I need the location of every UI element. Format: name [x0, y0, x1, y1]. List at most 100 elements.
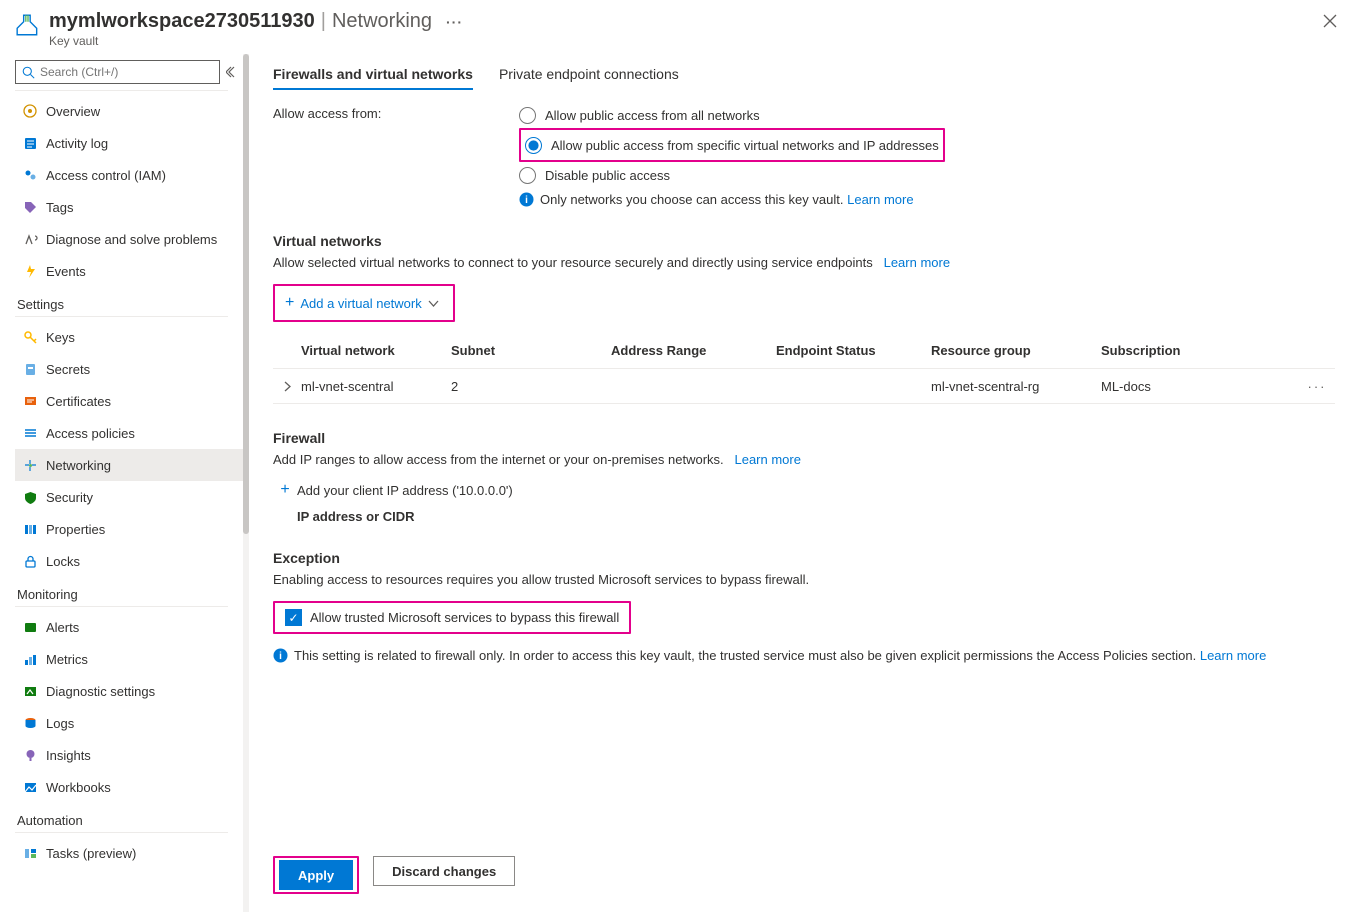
scroll-thumb[interactable]	[243, 54, 249, 534]
sidebar-item-activity-log[interactable]: Activity log	[15, 127, 243, 159]
exception-learn-more-link[interactable]: Learn more	[1200, 648, 1266, 663]
firewall-heading: Firewall	[273, 430, 1335, 446]
sidebar-item-networking[interactable]: Networking	[15, 449, 243, 481]
sidebar-label: Diagnostic settings	[46, 684, 155, 699]
vnet-learn-more-link[interactable]: Learn more	[884, 255, 950, 270]
col-vnet: Virtual network	[301, 343, 451, 358]
col-endpoint-status: Endpoint Status	[776, 343, 931, 358]
sidebar-item-locks[interactable]: Locks	[15, 545, 243, 577]
sidebar-group-automation: Automation	[17, 813, 243, 828]
sidebar-item-alerts[interactable]: Alerts	[15, 611, 243, 643]
sidebar-item-iam[interactable]: Access control (IAM)	[15, 159, 243, 191]
plus-icon: +	[273, 481, 297, 499]
log-icon	[21, 136, 39, 151]
sidebar-label: Insights	[46, 748, 91, 763]
sidebar-item-keys[interactable]: Keys	[15, 321, 243, 353]
sidebar-label: Workbooks	[46, 780, 111, 795]
bypass-firewall-checkbox[interactable]: ✓ Allow trusted Microsoft services to by…	[279, 605, 625, 630]
sidebar-item-access-policies[interactable]: Access policies	[15, 417, 243, 449]
radio-specific-networks[interactable]: Allow public access from specific virtua…	[525, 132, 939, 158]
sidebar-label: Logs	[46, 716, 74, 731]
table-row[interactable]: ml-vnet-scentral 2 ml-vnet-scentral-rg M…	[273, 368, 1335, 404]
row-more-icon[interactable]: ···	[1299, 379, 1335, 394]
sidebar-item-insights[interactable]: Insights	[15, 739, 243, 771]
plus-icon: +	[285, 294, 294, 312]
sidebar-label: Tags	[46, 200, 73, 215]
sidebar-label: Access control (IAM)	[46, 168, 166, 183]
title-divider: |	[321, 10, 326, 33]
access-learn-more-link[interactable]: Learn more	[847, 192, 913, 207]
radio-disable-access[interactable]: Disable public access	[519, 162, 1335, 188]
key-icon	[21, 330, 39, 345]
sidebar-label: Locks	[46, 554, 80, 569]
footer: Apply Discard changes	[243, 844, 1355, 912]
cell-subscription: ML-docs	[1101, 379, 1299, 394]
insights-icon	[21, 748, 39, 763]
info-icon: i	[273, 648, 288, 663]
access-info: i Only networks you choose can access th…	[519, 192, 1335, 207]
sidebar-item-diag-settings[interactable]: Diagnostic settings	[15, 675, 243, 707]
radio-label: Disable public access	[545, 168, 670, 183]
sidebar-item-security[interactable]: Security	[15, 481, 243, 513]
diag-icon	[21, 684, 39, 699]
sidebar-item-workbooks[interactable]: Workbooks	[15, 771, 243, 803]
add-client-ip-label: Add your client IP address ('10.0.0.0')	[297, 483, 513, 498]
sidebar-item-tags[interactable]: Tags	[15, 191, 243, 223]
radio-disable-input[interactable]	[519, 167, 536, 184]
sidebar-item-events[interactable]: Events	[15, 255, 243, 287]
collapse-sidebar-icon[interactable]	[226, 66, 238, 78]
sidebar-label: Access policies	[46, 426, 135, 441]
sidebar: Overview Activity log Access control (IA…	[0, 54, 243, 912]
table-header: Virtual network Subnet Address Range End…	[273, 332, 1335, 368]
policies-icon	[21, 426, 39, 441]
sidebar-group-monitoring: Monitoring	[17, 587, 243, 602]
radio-label: Allow public access from all networks	[545, 108, 760, 123]
blade-header: mymlworkspace2730511930 | Networking ···…	[0, 0, 1355, 54]
sidebar-item-properties[interactable]: Properties	[15, 513, 243, 545]
chevron-down-icon	[428, 298, 439, 309]
apply-button[interactable]: Apply	[279, 860, 353, 890]
col-subnet: Subnet	[451, 343, 611, 358]
radio-specific-input[interactable]	[525, 137, 542, 154]
sidebar-item-secrets[interactable]: Secrets	[15, 353, 243, 385]
close-icon[interactable]	[1323, 14, 1337, 28]
exception-desc: Enabling access to resources requires yo…	[273, 572, 1335, 587]
sidebar-label: Metrics	[46, 652, 88, 667]
col-resource-group: Resource group	[931, 343, 1101, 358]
radio-all-input[interactable]	[519, 107, 536, 124]
cell-resource-group: ml-vnet-scentral-rg	[931, 379, 1101, 394]
shield-icon	[21, 490, 39, 505]
sidebar-item-certificates[interactable]: Certificates	[15, 385, 243, 417]
exception-footnote: i This setting is related to firewall on…	[273, 648, 1335, 663]
networking-icon	[21, 458, 39, 473]
cert-icon	[21, 394, 39, 409]
cell-vnet: ml-vnet-scentral	[301, 379, 451, 394]
sidebar-item-metrics[interactable]: Metrics	[15, 643, 243, 675]
lock-icon	[21, 554, 39, 569]
tab-private-endpoint[interactable]: Private endpoint connections	[499, 60, 679, 90]
sidebar-label: Properties	[46, 522, 105, 537]
checkbox-label: Allow trusted Microsoft services to bypa…	[310, 610, 619, 625]
svg-text:i: i	[525, 195, 528, 206]
cidr-col-label: IP address or CIDR	[297, 509, 1335, 524]
add-vnet-button[interactable]: + Add a virtual network	[279, 288, 449, 318]
logs-icon	[21, 716, 39, 731]
exception-heading: Exception	[273, 550, 1335, 566]
sidebar-group-settings: Settings	[17, 297, 243, 312]
sidebar-item-overview[interactable]: Overview	[15, 95, 243, 127]
radio-all-networks[interactable]: Allow public access from all networks	[519, 102, 1335, 128]
firewall-learn-more-link[interactable]: Learn more	[734, 452, 800, 467]
discard-button[interactable]: Discard changes	[373, 856, 515, 886]
sidebar-search-input[interactable]	[15, 60, 220, 84]
sidebar-item-logs[interactable]: Logs	[15, 707, 243, 739]
row-expand-icon[interactable]	[273, 381, 301, 392]
add-client-ip-button[interactable]: + Add your client IP address ('10.0.0.0'…	[273, 481, 1335, 499]
sidebar-item-tasks[interactable]: Tasks (preview)	[15, 837, 243, 869]
sidebar-label: Tasks (preview)	[46, 846, 136, 861]
sidebar-item-diagnose[interactable]: Diagnose and solve problems	[15, 223, 243, 255]
overview-icon	[21, 104, 39, 119]
header-more-icon[interactable]: ···	[446, 14, 463, 30]
radio-label: Allow public access from specific virtua…	[551, 138, 939, 153]
info-text: Only networks you choose can access this…	[540, 192, 843, 207]
tab-firewalls[interactable]: Firewalls and virtual networks	[273, 60, 473, 90]
